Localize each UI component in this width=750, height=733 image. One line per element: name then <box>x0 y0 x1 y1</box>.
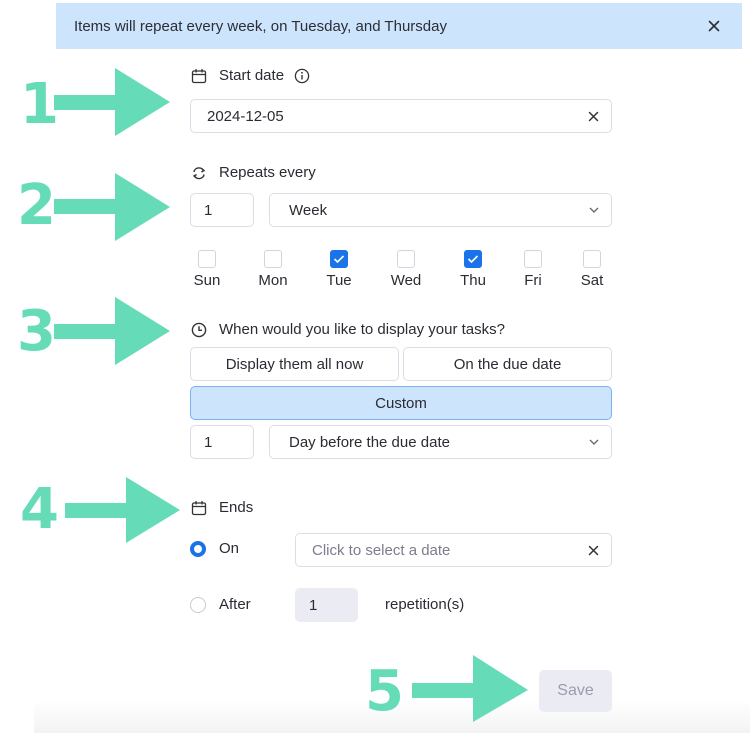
annotation-1: 1 <box>20 72 59 137</box>
annotation-2: 2 <box>17 173 56 238</box>
annotation-4: 4 <box>20 477 59 542</box>
annotation-3: 3 <box>17 299 56 364</box>
arrow-3 <box>54 297 170 365</box>
arrow-4 <box>65 477 180 543</box>
arrow-5 <box>412 655 528 722</box>
arrow-1 <box>54 68 170 136</box>
annotation-5: 5 <box>365 659 404 724</box>
arrow-2 <box>54 173 170 241</box>
annotation-arrows <box>54 68 528 722</box>
